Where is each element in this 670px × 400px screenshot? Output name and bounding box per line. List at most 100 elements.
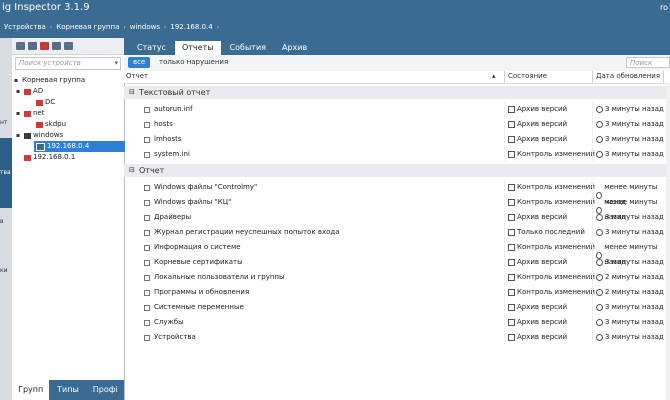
left-nav-item[interactable]: нт <box>0 119 7 126</box>
report-status-label: Архив версий <box>517 135 568 143</box>
report-row[interactable]: Журнал регистрации неуспешных попыток вх… <box>124 225 670 240</box>
tree-toolbar <box>12 38 124 55</box>
sort-icon[interactable]: ▴ <box>492 72 496 80</box>
collapse-icon[interactable]: ⊟ <box>129 86 135 99</box>
tree-node-label: windows <box>33 131 64 139</box>
breadcrumb-item[interactable]: 192.168.0.4 <box>170 23 212 31</box>
status-icon <box>508 289 515 296</box>
device-error-icon <box>36 121 43 128</box>
add-device-icon[interactable] <box>28 42 37 50</box>
breadcrumb-item[interactable]: Устройства <box>4 23 46 31</box>
vertical-scrollbar[interactable] <box>666 83 670 400</box>
report-group-header[interactable]: ⊟ Текстовый отчет <box>124 86 670 99</box>
column-header-date[interactable]: Дата обновления <box>596 72 660 80</box>
filter-violations-button[interactable]: только нарушения <box>159 57 228 68</box>
report-status: Архив версий <box>508 300 567 315</box>
tree-node-label: 192.168.0.1 <box>33 153 76 161</box>
report-row[interactable]: Windows файлы "Controlmy" Контроль измене… <box>124 180 670 206</box>
device-search-input[interactable]: Поиск устройств ▾ <box>15 57 121 70</box>
move-icon[interactable] <box>52 42 61 50</box>
collapse-icon[interactable]: ▪ <box>14 75 20 86</box>
tab-status[interactable]: Статус <box>130 41 173 55</box>
tab-events[interactable]: События <box>223 41 273 55</box>
tab-profiles[interactable]: Профі <box>87 380 124 400</box>
report-status: Архив версий <box>508 210 567 225</box>
left-nav-item[interactable]: тва <box>0 169 11 176</box>
status-icon <box>508 121 515 128</box>
report-group-header[interactable]: ⊟ Отчет <box>124 164 670 177</box>
tree-node-skdpu[interactable]: skdpu <box>36 119 66 130</box>
tab-groups[interactable]: Групп <box>12 380 50 400</box>
column-divider[interactable] <box>504 71 505 83</box>
clock-icon <box>596 259 603 266</box>
device-error-icon <box>36 99 43 106</box>
clock-icon <box>596 136 603 143</box>
report-row[interactable]: Службы Архив версий 3 минуты назад <box>124 315 670 330</box>
report-row[interactable]: lmhosts Архив версий 3 минуты назад <box>124 132 670 147</box>
report-row[interactable]: Устройства Архив версий 3 минуты назад <box>124 330 670 345</box>
filter-all-button[interactable]: все <box>128 57 151 68</box>
report-date: 3 минуты назад <box>596 225 664 240</box>
report-row[interactable]: Системные переменные Архив версий 3 минуты… <box>124 300 670 315</box>
report-icon <box>144 335 150 341</box>
report-status: Контроль изменений <box>508 240 595 255</box>
column-divider[interactable] <box>592 71 593 83</box>
report-search-input[interactable]: Поиск <box>626 57 670 68</box>
tree-node-net[interactable]: ▪ net <box>16 108 45 119</box>
tree-node-device[interactable]: 192.168.0.1 <box>24 152 75 163</box>
collapse-icon[interactable]: ▪ <box>16 108 22 119</box>
clock-icon <box>596 289 603 296</box>
device-error-icon <box>24 154 31 161</box>
tab-reports[interactable]: Отчеты <box>174 41 221 55</box>
clock-icon <box>596 121 603 128</box>
report-row[interactable]: Локальные пользователи и группы Контроль … <box>124 270 670 285</box>
tree-node-selected-device[interactable]: 192.168.0.4 <box>34 141 125 152</box>
column-divider <box>504 117 505 132</box>
status-icon <box>508 106 515 113</box>
report-date-label: 2 минуты назад <box>605 273 664 281</box>
clock-icon <box>596 274 603 281</box>
user-name[interactable]: ro <box>660 3 668 12</box>
report-row[interactable]: Информация о системе Контроль изменений ме… <box>124 240 670 266</box>
content-tabs: Статус Отчеты События Архив <box>124 38 670 55</box>
chevron-right-icon: › <box>49 23 53 31</box>
report-group-title: Отчет <box>139 166 165 175</box>
chevron-down-icon[interactable]: ▾ <box>114 58 118 69</box>
report-date-label: 3 минуты назад <box>605 120 664 128</box>
collapse-icon[interactable]: ▪ <box>16 86 22 97</box>
report-row[interactable]: hosts Архив версий 3 минуты назад <box>124 117 670 132</box>
report-row[interactable]: Программы и обновления Контроль изменений… <box>124 285 670 300</box>
breadcrumb-item[interactable]: windows <box>130 23 160 31</box>
delete-icon[interactable] <box>40 42 49 50</box>
status-icon <box>508 151 515 158</box>
report-icon <box>144 290 150 296</box>
breadcrumb-item[interactable]: Корневая группа <box>56 23 119 31</box>
report-row[interactable]: system.ini Контроль изменений 3 минуты наз… <box>124 147 670 162</box>
report-name: Локальные пользователи и группы <box>154 273 285 281</box>
left-nav-item[interactable]: ки <box>0 267 8 274</box>
left-nav-item[interactable]: в <box>0 218 4 225</box>
report-date: 3 минуты назад <box>596 210 664 225</box>
report-row[interactable]: Windows файлы "КЦ" Контроль изменений мене… <box>124 195 670 221</box>
add-group-icon[interactable] <box>16 42 25 50</box>
tab-archive[interactable]: Архив <box>275 41 314 55</box>
report-date-label: 3 минуты назад <box>605 150 664 158</box>
column-header-status[interactable]: Состояние <box>508 72 547 80</box>
collapse-icon[interactable]: ⊟ <box>129 164 135 177</box>
device-icon <box>36 142 45 151</box>
report-name: lmhosts <box>154 135 182 143</box>
report-row[interactable]: autorun.inf Архив версий 3 минуты назад <box>124 102 670 117</box>
tab-types[interactable]: Типы <box>49 380 86 400</box>
filter-icon[interactable] <box>64 42 73 50</box>
tree-node-root[interactable]: ▪ Корневая группа <box>14 75 85 86</box>
collapse-icon[interactable]: ▪ <box>16 130 22 141</box>
column-divider[interactable] <box>663 71 664 83</box>
column-divider <box>592 270 593 285</box>
tree-node-label: Корневая группа <box>22 76 86 84</box>
column-header-report[interactable]: Отчет <box>126 72 148 80</box>
report-row[interactable]: Драйверы Архив версий 3 минуты назад <box>124 210 670 225</box>
tree-node-ad[interactable]: ▪ AD <box>16 86 43 97</box>
tree-node-windows[interactable]: ▪ windows <box>16 130 63 141</box>
tree-node-dc[interactable]: DC <box>36 97 55 108</box>
report-row[interactable]: Корневые сертификаты Архив версий 3 минуты… <box>124 255 670 270</box>
